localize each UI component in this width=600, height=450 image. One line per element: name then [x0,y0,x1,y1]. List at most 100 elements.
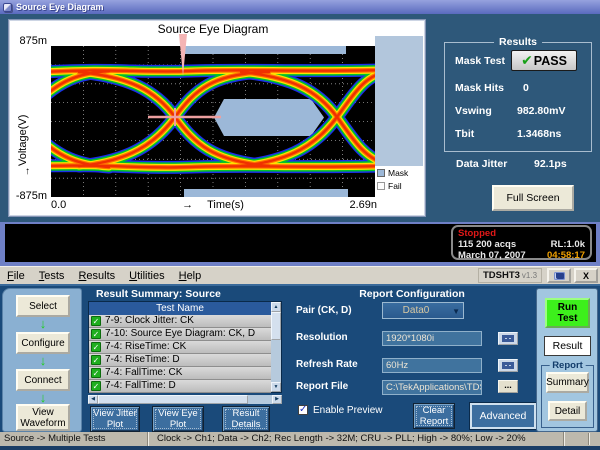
view-eye-plot-button[interactable]: View Eye Plot [152,406,204,432]
pass-check-icon: ✓ [91,329,101,339]
report-groupbox: Report Summary Detail [541,365,594,428]
table-row[interactable]: ✓ 7-10: Source Eye Diagram: CK, D [89,328,271,341]
menu-results[interactable]: Results [71,270,122,282]
test-name-header: Test Name [89,302,271,315]
results-groupbox: Results Mask Test ✔ PASS Mask Hits 0 Vsw… [444,42,592,152]
menu-bar: File Tests Results Utilities Help TDSHT3… [0,266,600,284]
keypad-icon [502,362,514,369]
scroll-down-icon[interactable]: ▼ [271,382,281,392]
x-axis-label: →Time(s) [51,199,375,211]
scrollbar-thumb[interactable] [271,312,281,340]
plot-title: Source Eye Diagram [51,22,375,36]
record-length: RL:1.0k [551,239,585,250]
refresh-rate-label: Refresh Rate [296,359,358,370]
resolution-field[interactable]: 1920*1080i [382,331,482,346]
mask-test-label: Mask Test [455,55,505,67]
scroll-right-icon[interactable]: ▶ [272,395,282,404]
report-file-field[interactable]: C:\TekApplications\TDSHT [382,380,482,395]
status-configuration: Clock -> Ch1; Data -> Ch2; Rec Length ->… [152,432,564,446]
table-row[interactable]: ✓ 7-4: RiseTime: D [89,354,271,367]
vswing-label: Vswing [455,105,492,117]
scrollbar-thumb[interactable] [98,395,248,404]
tbit-value: 1.3468ns [517,128,561,140]
test-name: 7-4: RiseTime: CK [105,341,186,353]
menu-utilities[interactable]: Utilities [122,270,171,282]
refresh-keypad-button[interactable] [498,359,518,372]
results-title: Results [494,36,542,48]
run-test-button[interactable]: Run Test [545,298,590,328]
eye-diagram-window: Source Eye Diagram [8,19,426,217]
plot-legend: Mask Fail [377,166,408,192]
enable-preview-checkbox[interactable]: ✓ [298,405,308,415]
window-titlebar[interactable]: Source Eye Diagram [0,0,600,14]
flow-arrow-icon: ↓ [36,355,50,367]
bottom-edge [0,446,600,450]
result-summary-title: Result Summary: Source [96,288,221,300]
table-row[interactable]: ✓ 7-4: RiseTime: CK [89,341,271,354]
vswing-value: 982.80mV [517,105,565,117]
app-switch-button[interactable] [547,268,571,283]
action-panel: Run Test Result Report Summary Detail [536,288,598,432]
refresh-rate-field[interactable]: 60Hz [382,358,482,373]
table-row[interactable]: ✓ 7-9: Clock Jitter: CK [89,315,271,328]
connect-button[interactable]: Connect [16,369,70,391]
resolution-keypad-button[interactable] [498,332,518,345]
full-screen-button[interactable]: Full Screen [492,185,574,211]
close-button[interactable]: X [574,268,598,283]
checkmark-icon: ✓ [299,404,307,415]
view-jitter-plot-button[interactable]: View Jitter Plot [90,406,140,432]
horizontal-scrollbar[interactable]: ◀ ▶ [88,395,282,404]
menu-file[interactable]: File [0,270,32,282]
fail-swatch-icon [377,182,385,190]
pass-badge: ✔ PASS [511,50,577,71]
advanced-button[interactable]: Advanced [470,403,536,429]
report-file-label: Report File [296,381,348,392]
result-summary-table: Test Name ✓ 7-9: Clock Jitter: CK ✓ 7-10… [88,301,282,393]
app-version: v1.3 [522,271,537,280]
pass-check-icon: ✓ [91,381,101,391]
tdsht3-application: Source Eye Diagram Source Eye Diagram [0,0,600,450]
menu-tests[interactable]: Tests [32,270,72,282]
select-button[interactable]: Select [16,295,70,317]
result-button[interactable]: Result [544,336,591,356]
summary-button[interactable]: Summary [546,372,589,393]
status-source: Source -> Multiple Tests [0,432,148,446]
test-name: 7-9: Clock Jitter: CK [105,315,194,327]
pair-value: Data0 [383,305,449,316]
keypad-icon [502,335,514,342]
time-arrow-icon: → [182,199,193,211]
vertical-scrollbar[interactable]: ▲ ▼ [271,302,281,392]
flow-arrow-icon: ↓ [36,318,50,330]
workflow-sidebar: Select ↓ Configure ↓ Connect ↓ View Wave… [2,288,82,432]
configure-button[interactable]: Configure [16,332,70,354]
pair-dropdown[interactable]: Data0 ▼ [382,302,464,319]
detail-button[interactable]: Detail [548,401,587,421]
pair-label: Pair (CK, D) [296,305,352,316]
clear-report-button[interactable]: Clear Report [413,403,455,429]
browse-button[interactable]: ... [498,380,518,393]
tbit-label: Tbit [455,128,474,140]
legend-mask-label: Mask [388,168,408,178]
report-group-label: Report [549,360,586,371]
acq-status: Stopped [458,228,496,239]
test-name: 7-10: Source Eye Diagram: CK, D [105,328,255,340]
result-details-button[interactable]: Result Details [222,406,270,432]
upper-panel: Source Eye Diagram [0,14,600,222]
cursor-marker[interactable] [179,34,187,76]
acq-time: 04:58:17 [547,250,585,261]
menu-help[interactable]: Help [172,270,209,282]
acquisition-strip: Stopped 115 200 acqs RL:1.0k March 07, 2… [0,222,600,266]
mask-hits-label: Mask Hits [455,82,504,94]
acquisition-status-box: Stopped 115 200 acqs RL:1.0k March 07, 2… [451,225,592,260]
data-jitter-value: 92.1ps [534,158,567,170]
table-row[interactable]: ✓ 7-4: FallTime: CK [89,367,271,380]
view-waveform-button[interactable]: View Waveform [16,404,70,431]
scroll-left-icon[interactable]: ◀ [88,395,98,404]
status-divider [588,433,589,445]
table-row[interactable]: ✓ 7-4: FallTime: D [89,380,271,393]
eye-diagram-plot[interactable] [51,46,375,197]
scroll-up-icon[interactable]: ▲ [271,302,281,312]
app-version-badge: TDSHT3 v1.3 [478,268,542,283]
voltage-arrow-icon: ↑ [25,166,30,177]
legend-fail: Fail [377,179,408,192]
